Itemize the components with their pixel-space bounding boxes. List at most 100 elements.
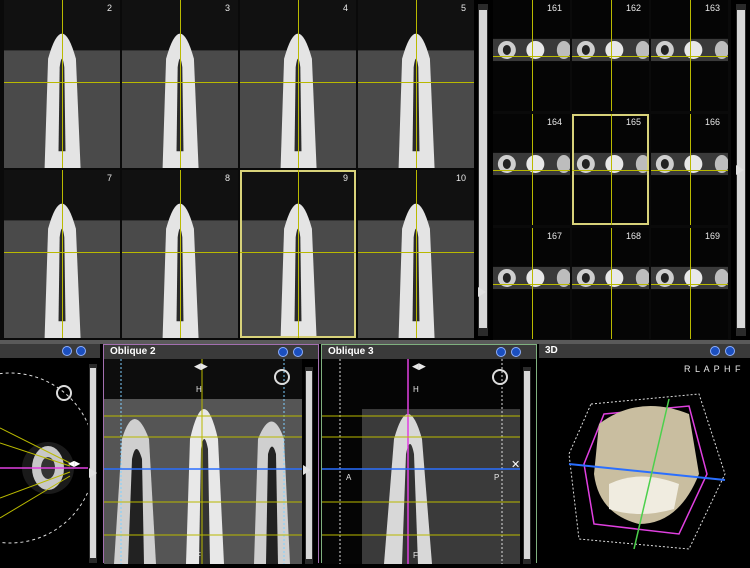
sagittal-guide-horizontal <box>4 82 120 83</box>
oblique3-right-label: P <box>494 473 500 482</box>
sagittal-guide-vertical <box>62 170 63 338</box>
cross-guide-horizontal <box>651 170 728 171</box>
cross-cell-number: 168 <box>625 231 641 241</box>
sagittal-guide-horizontal <box>358 252 474 253</box>
oblique3-scroll-thumb[interactable] <box>524 371 530 559</box>
cross-guide-horizontal <box>493 56 570 57</box>
oblique3-scrollbar[interactable] <box>523 367 531 564</box>
cross-cell-166[interactable]: 166 <box>651 114 728 225</box>
sagittal-guide-horizontal <box>4 252 120 253</box>
sagittal-guide-vertical <box>298 0 299 168</box>
cross-cell-163[interactable]: 163 <box>651 0 728 111</box>
oblique2-top-label: H <box>196 385 202 394</box>
axial-scrollbar[interactable] <box>89 364 97 563</box>
cross-guide-horizontal <box>651 284 728 285</box>
cross-cell-168[interactable]: 168 <box>572 228 649 339</box>
axial-image: ◀▶ <box>0 358 88 563</box>
sagittal-cell-number: 4 <box>342 3 348 13</box>
cross-cell-162[interactable]: 162 <box>572 0 649 111</box>
cross-guide-horizontal <box>493 170 570 171</box>
view3d-orientation-labels[interactable]: R L A P H F <box>684 364 742 374</box>
axial-view[interactable]: ◀▶ <box>0 358 88 563</box>
sagittal-guide-horizontal <box>122 82 238 83</box>
oblique2-title: Oblique 2 <box>110 346 156 357</box>
sagittal-cell-number: 9 <box>342 173 348 183</box>
axial-maximize-button[interactable] <box>62 346 72 356</box>
cross-guide-horizontal <box>651 56 728 57</box>
oblique2-maximize-button[interactable] <box>278 347 288 357</box>
view3d-next-button[interactable] <box>725 346 735 356</box>
sagittal-cell-number: 3 <box>224 3 230 13</box>
sagittal-cell-7[interactable]: 7 <box>4 170 120 338</box>
sagittal-cell-number: 8 <box>224 173 230 183</box>
sagittal-scroll-thumb[interactable] <box>479 10 487 328</box>
view3d-title: 3D <box>545 345 558 356</box>
sagittal-guide-horizontal <box>240 82 356 83</box>
svg-text:◀▶: ◀▶ <box>68 459 81 468</box>
view3d-maximize-button[interactable] <box>710 346 720 356</box>
sagittal-guide-vertical <box>180 170 181 338</box>
sagittal-cell-number: 5 <box>460 3 466 13</box>
oblique2-rotate-handle-icon[interactable]: ◀▶ <box>194 361 208 372</box>
cross-cell-167[interactable]: 167 <box>493 228 570 339</box>
cross-cell-169[interactable]: 169 <box>651 228 728 339</box>
oblique3-expand-icon[interactable]: ✕ <box>511 458 520 471</box>
cross-guide-horizontal <box>572 170 649 171</box>
axial-next-button[interactable] <box>76 346 86 356</box>
cross-section-grid: 161 162 163 164 165 166 167 168 169 <box>493 0 731 340</box>
sagittal-pointer-icon[interactable] <box>478 287 486 297</box>
sagittal-cell-3[interactable]: 3 <box>122 0 238 168</box>
sagittal-guide-vertical <box>180 0 181 168</box>
cross-cell-number: 166 <box>704 117 720 127</box>
cross-cell-165[interactable]: 165 <box>572 114 649 225</box>
view3d-skull-render <box>568 393 726 550</box>
cross-cell-number: 162 <box>625 3 641 13</box>
cross-cell-number: 164 <box>546 117 562 127</box>
oblique3-next-button[interactable] <box>511 347 521 357</box>
sagittal-cell-5[interactable]: 5 <box>358 0 474 168</box>
cross-guide-horizontal <box>572 284 649 285</box>
sagittal-cell-10[interactable]: 10 <box>358 170 474 338</box>
oblique2-image <box>104 359 302 564</box>
sagittal-guide-vertical <box>416 170 417 338</box>
oblique3-maximize-button[interactable] <box>496 347 506 357</box>
sagittal-cell-number: 7 <box>106 173 112 183</box>
axial-scroll-thumb[interactable] <box>90 368 96 558</box>
sagittal-cell-number: 2 <box>106 3 112 13</box>
cross-cell-164[interactable]: 164 <box>493 114 570 225</box>
oblique2-pointer-icon[interactable] <box>303 465 311 475</box>
cross-cell-number: 161 <box>546 3 562 13</box>
sagittal-guide-vertical <box>62 0 63 168</box>
oblique3-image <box>322 359 520 564</box>
oblique3-bottom-label: F <box>413 551 418 560</box>
sagittal-guide-horizontal <box>358 82 474 83</box>
cross-guide-horizontal <box>572 56 649 57</box>
sagittal-cell-2[interactable]: 2 <box>4 0 120 168</box>
sagittal-cell-9[interactable]: 9 <box>240 170 356 338</box>
cross-cell-number: 165 <box>625 117 641 127</box>
sagittal-guide-vertical <box>298 170 299 338</box>
cross-pointer-icon[interactable] <box>736 165 744 175</box>
oblique2-view[interactable]: H F ◀▶ <box>104 359 302 564</box>
axial-pointer-icon[interactable] <box>89 468 97 478</box>
cross-cell-161[interactable]: 161 <box>493 0 570 111</box>
oblique3-left-label: A <box>346 473 352 482</box>
cross-cell-number: 163 <box>704 3 720 13</box>
sagittal-guide-horizontal <box>240 252 356 253</box>
sagittal-guide-vertical <box>416 0 417 168</box>
sagittal-grid: 2 3 4 5 7 8 9 10 <box>0 0 474 340</box>
oblique3-panel: Oblique 3 H F A P ◀▶ ✕ <box>321 344 537 564</box>
oblique2-next-button[interactable] <box>293 347 303 357</box>
oblique3-view[interactable]: H F A P ◀▶ <box>322 359 520 564</box>
oblique3-top-label: H <box>413 385 419 394</box>
sagittal-cell-number: 10 <box>455 173 466 183</box>
view3d-panel: 3D R L A P H F <box>539 344 750 563</box>
sagittal-cell-8[interactable]: 8 <box>122 170 238 338</box>
oblique2-panel: Oblique 2 H F ◀▶ <box>103 344 319 564</box>
cross-guide-horizontal <box>493 284 570 285</box>
oblique3-rotate-handle-icon[interactable]: ◀▶ <box>412 361 426 372</box>
sagittal-cell-4[interactable]: 4 <box>240 0 356 168</box>
cross-cell-number: 169 <box>704 231 720 241</box>
oblique2-bottom-label: F <box>196 551 201 560</box>
view3d-render[interactable] <box>539 374 750 563</box>
